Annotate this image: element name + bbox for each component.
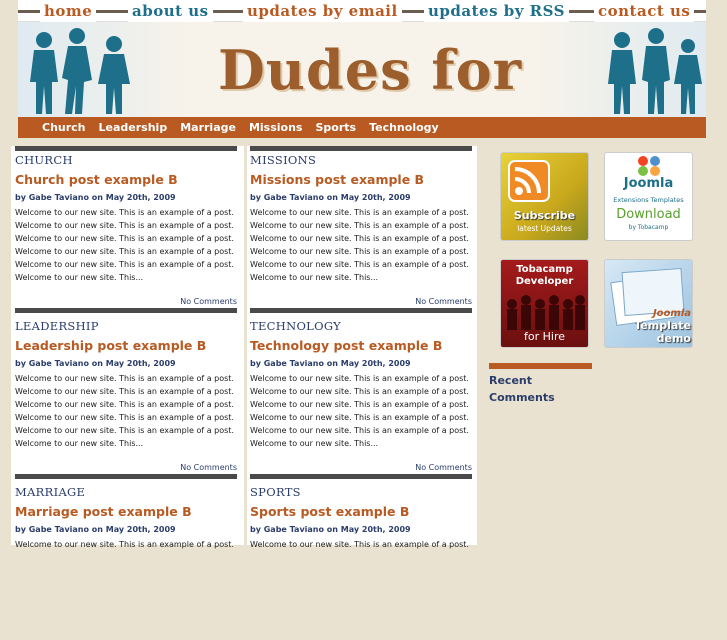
post-category[interactable]: SPORTS [250, 485, 301, 499]
nav-home-link[interactable]: home [40, 0, 97, 22]
post-excerpt: Welcome to our new site. This is an exam… [15, 372, 237, 450]
post-category[interactable]: MISSIONS [250, 153, 316, 167]
post-comments-link[interactable]: No Comments [180, 297, 237, 306]
post-title[interactable]: Technology post example B [250, 338, 442, 353]
top-nav: home about us updates by email updates b… [18, 0, 706, 22]
silhouettes-right-icon [608, 28, 702, 114]
excerpt-line: Welcome to our new site. This is an exam… [15, 247, 234, 256]
post-title[interactable]: Marriage post example B [15, 504, 192, 519]
download-label: Download [616, 207, 681, 222]
excerpt-line: Welcome to our new site. This is an exam… [250, 413, 469, 422]
post-excerpt: Welcome to our new site. This is an exam… [15, 206, 237, 284]
post-card: LEADERSHIP Leadership post example B by … [15, 312, 241, 479]
excerpt-line: Welcome to our new site. This... [15, 439, 144, 448]
post-byline: by Gabe Taviano on May 20th, 2009 [15, 193, 176, 202]
post-byline: by Gabe Taviano on May 20th, 2009 [250, 359, 411, 368]
post-byline: by Gabe Taviano on May 20th, 2009 [15, 525, 176, 534]
demo-label: demo [656, 332, 691, 345]
category-nav: Church Leadership Marriage Missions Spor… [18, 117, 706, 138]
joomla-template-demo-ad[interactable]: Joomla Template demo [604, 259, 693, 348]
tobacamp-label: Tobacamp [516, 264, 573, 275]
developer-label: Developer [515, 276, 574, 287]
nav-item-sports[interactable]: Sports [315, 117, 356, 138]
excerpt-line: Welcome to our new site. This is an exam… [15, 413, 234, 422]
excerpt-line: Welcome to our new site. This is an exam… [250, 221, 469, 230]
nav-item-missions[interactable]: Missions [249, 117, 303, 138]
excerpt-line: Welcome to our new site. This... [250, 273, 379, 282]
excerpt-line: Welcome to our new site. This is an exam… [250, 247, 469, 256]
for-hire-label: for Hire [524, 330, 565, 343]
post-title[interactable]: Sports post example B [250, 504, 409, 519]
column-divider [244, 146, 247, 545]
excerpt-line: Welcome to our new site. This is an exam… [250, 426, 469, 435]
post-card: MISSIONS Missions post example B by Gabe… [250, 146, 476, 313]
recent-comments-heading: Recent Comments [489, 374, 555, 404]
post-card: CHURCH Church post example B by Gabe Tav… [15, 146, 241, 313]
nav-item-leadership[interactable]: Leadership [99, 117, 168, 138]
excerpt-line: Welcome to our new site. This is an exam… [15, 221, 234, 230]
site-title[interactable]: Dudes for Jesus [150, 30, 590, 117]
subscribe-label: Subscribe [513, 209, 576, 222]
nav-item-marriage[interactable]: Marriage [180, 117, 236, 138]
excerpt-line: Welcome to our new site. This is an exam… [250, 400, 469, 409]
excerpt-line: Welcome to our new site. This is an exam… [15, 426, 234, 435]
excerpt-line: Welcome to our new site. This is an exam… [250, 374, 469, 383]
post-category[interactable]: CHURCH [15, 153, 73, 167]
post-top-bar [15, 146, 237, 151]
nav-updates-email-link[interactable]: updates by email [243, 0, 402, 22]
by-tobacamp-label: by Tobacamp [628, 224, 669, 231]
post-byline: by Gabe Taviano on May 20th, 2009 [250, 193, 411, 202]
subscribe-sublabel: latest Updates [517, 224, 572, 233]
nav-about-link[interactable]: about us [128, 0, 213, 22]
post-category[interactable]: TECHNOLOGY [250, 319, 341, 333]
post-title[interactable]: Missions post example B [250, 172, 424, 187]
template-joomla-label: Joomla [652, 308, 691, 319]
excerpt-line: Welcome to our new site. This is an exam… [15, 234, 234, 243]
developer-for-hire-ad[interactable]: Tobacamp Developer for Hire [500, 259, 589, 348]
nav-contact-link[interactable]: contact us [594, 0, 695, 22]
post-comments-link[interactable]: No Comments [180, 463, 237, 472]
extensions-label: Extensions Templates [613, 196, 684, 204]
post-card: MARRIAGE Marriage post example B by Gabe… [15, 478, 241, 640]
post-top-bar [250, 146, 472, 151]
site-header: Dudes for Jesus [18, 22, 706, 117]
excerpt-line: Welcome to our new site. This is an exam… [15, 260, 234, 269]
nav-item-technology[interactable]: Technology [369, 117, 439, 138]
excerpt-line: Welcome to our new site. This... [15, 273, 144, 282]
excerpt-line: Welcome to our new site. This... [250, 439, 379, 448]
post-comments-link[interactable]: No Comments [415, 463, 472, 472]
post-excerpt: Welcome to our new site. This is an exam… [250, 372, 472, 450]
post-excerpt: Welcome to our new site. This is an exam… [250, 206, 472, 284]
category-nav-list: Church Leadership Marriage Missions Spor… [42, 117, 439, 138]
joomla-logo-icon [638, 156, 660, 176]
excerpt-line: Welcome to our new site. This is an exam… [250, 234, 469, 243]
post-title[interactable]: Leadership post example B [15, 338, 206, 353]
excerpt-line: Welcome to our new site. This is an exam… [250, 387, 469, 396]
post-card: TECHNOLOGY Technology post example B by … [250, 312, 476, 479]
nav-updates-rss-link[interactable]: updates by RSS [424, 0, 569, 22]
recent-comments-bar [489, 363, 592, 369]
content-area: CHURCH Church post example B by Gabe Tav… [11, 146, 477, 549]
excerpt-line: Welcome to our new site. This is an exam… [15, 387, 234, 396]
silhouettes-left-icon [30, 28, 130, 114]
joomla-label: Joomla [623, 176, 674, 191]
crowd-icon [507, 295, 585, 330]
post-category[interactable]: LEADERSHIP [15, 319, 99, 333]
excerpt-line: Welcome to our new site. This is an exam… [15, 208, 234, 217]
excerpt-line: Welcome to our new site. This is an exam… [15, 400, 234, 409]
post-title[interactable]: Church post example B [15, 172, 178, 187]
post-card: SPORTS Sports post example B by Gabe Tav… [250, 478, 476, 640]
excerpt-line: Welcome to our new site. This is an exam… [250, 208, 469, 217]
template-label: Template [634, 319, 691, 332]
excerpt-line: Welcome to our new site. This is an exam… [15, 374, 234, 383]
post-comments-link[interactable]: No Comments [415, 297, 472, 306]
subscribe-ad[interactable]: Subscribe latest Updates [500, 152, 589, 241]
excerpt-line: Welcome to our new site. This is an exam… [250, 260, 469, 269]
rss-icon [508, 160, 550, 202]
joomla-download-ad[interactable]: Joomla Extensions Templates Download by … [604, 152, 693, 241]
post-byline: by Gabe Taviano on May 20th, 2009 [250, 525, 411, 534]
nav-item-church[interactable]: Church [42, 117, 86, 138]
post-byline: by Gabe Taviano on May 20th, 2009 [15, 359, 176, 368]
post-category[interactable]: MARRIAGE [15, 485, 85, 499]
